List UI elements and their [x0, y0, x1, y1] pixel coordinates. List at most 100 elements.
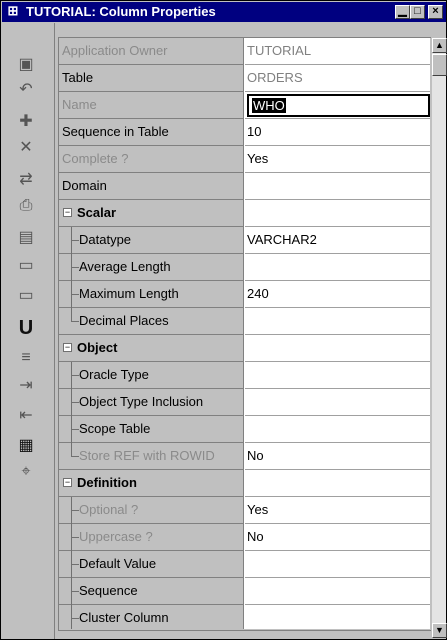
- property-row[interactable]: Table ORDERS: [59, 65, 430, 92]
- property-value[interactable]: No: [245, 524, 430, 551]
- revert-icon[interactable]: ↶: [14, 78, 38, 102]
- property-label: Oracle Type: [59, 362, 244, 389]
- tree-branch: [71, 537, 79, 538]
- property-value[interactable]: 240: [245, 281, 430, 308]
- tree-branch: [71, 267, 79, 268]
- collapse-icon[interactable]: −: [63, 208, 72, 217]
- transfer-icon[interactable]: ⇄: [14, 168, 38, 192]
- import-icon[interactable]: ⇥: [14, 374, 38, 398]
- property-group-label[interactable]: − Definition: [59, 470, 244, 497]
- add-child-icon[interactable]: ✚: [14, 110, 38, 134]
- window-title: TUTORIAL: Column Properties: [26, 4, 216, 19]
- ascii-export-icon[interactable]: ▭: [14, 254, 38, 278]
- property-label: Table: [59, 65, 244, 92]
- property-value[interactable]: Yes: [245, 146, 430, 173]
- property-value[interactable]: No: [245, 443, 430, 470]
- property-group-label[interactable]: − Object: [59, 335, 244, 362]
- property-label: Application Owner: [59, 38, 244, 65]
- property-row[interactable]: Object Type Inclusion: [59, 389, 430, 416]
- property-grid: Application Owner TUTORIAL Table ORDERS Name…: [59, 38, 430, 629]
- property-row[interactable]: Oracle Type: [59, 362, 430, 389]
- table-icon[interactable]: ▦: [14, 434, 38, 458]
- property-value[interactable]: [245, 605, 430, 629]
- tree-branch: [71, 618, 79, 619]
- export-icon[interactable]: ⇤: [14, 404, 38, 428]
- property-value[interactable]: [245, 470, 430, 497]
- property-value[interactable]: [245, 578, 430, 605]
- name-edit-field[interactable]: WHO: [247, 94, 430, 117]
- title-bar[interactable]: ⊞ TUTORIAL: Column Properties ▁ □ ×: [2, 2, 446, 22]
- property-value[interactable]: ORDERS: [245, 65, 430, 92]
- property-row[interactable]: Sequence: [59, 578, 430, 605]
- report-icon[interactable]: ▤: [14, 226, 38, 250]
- property-row[interactable]: Datatype VARCHAR2: [59, 227, 430, 254]
- property-label: Maximum Length: [59, 281, 244, 308]
- underline-icon[interactable]: U: [14, 316, 38, 340]
- property-row[interactable]: Cluster Column: [59, 605, 430, 629]
- collapse-icon[interactable]: −: [63, 478, 72, 487]
- html-export-icon[interactable]: ▭: [14, 284, 38, 308]
- property-row[interactable]: − Object: [59, 335, 430, 362]
- property-row[interactable]: − Definition: [59, 470, 430, 497]
- property-row[interactable]: Complete ? Yes: [59, 146, 430, 173]
- grid-icon: ⊞: [7, 3, 19, 18]
- property-label: Object Type Inclusion: [59, 389, 244, 416]
- vertical-scrollbar[interactable]: ▲ ▼: [431, 38, 447, 638]
- close-button[interactable]: ×: [428, 5, 443, 19]
- property-row[interactable]: Optional ? Yes: [59, 497, 430, 524]
- property-value[interactable]: [245, 551, 430, 578]
- property-label-text: Average Length: [79, 259, 171, 274]
- scroll-up-button[interactable]: ▲: [432, 38, 447, 53]
- property-row[interactable]: Average Length: [59, 254, 430, 281]
- property-row[interactable]: Sequence in Table 10: [59, 119, 430, 146]
- selected-value-text: WHO: [252, 98, 286, 113]
- property-row[interactable]: Name WHO: [59, 92, 430, 119]
- property-label-text: Sequence: [79, 583, 138, 598]
- property-value[interactable]: [245, 389, 430, 416]
- scroll-thumb[interactable]: [432, 54, 447, 76]
- property-value[interactable]: VARCHAR2: [245, 227, 430, 254]
- property-label: Sequence: [59, 578, 244, 605]
- property-label: Complete ?: [59, 146, 244, 173]
- scroll-down-button[interactable]: ▼: [432, 623, 447, 638]
- property-row[interactable]: Scope Table: [59, 416, 430, 443]
- property-label-text: Cluster Column: [79, 610, 169, 625]
- delete-icon[interactable]: ✕: [14, 136, 38, 160]
- property-row[interactable]: Store REF with ROWID No: [59, 443, 430, 470]
- property-value[interactable]: [245, 362, 430, 389]
- collapse-icon[interactable]: −: [63, 343, 72, 352]
- property-row[interactable]: Decimal Places: [59, 308, 430, 335]
- property-value[interactable]: [245, 173, 430, 200]
- property-row[interactable]: Domain: [59, 173, 430, 200]
- property-row[interactable]: − Scalar: [59, 200, 430, 227]
- property-value[interactable]: TUTORIAL: [245, 38, 430, 65]
- print-icon[interactable]: ⎙: [14, 194, 38, 218]
- property-value[interactable]: Yes: [245, 497, 430, 524]
- property-row[interactable]: Application Owner TUTORIAL: [59, 38, 430, 65]
- tree-branch: [71, 321, 79, 322]
- save-icon[interactable]: ▣: [14, 53, 38, 77]
- property-label-text: Sequence in Table: [62, 124, 169, 139]
- property-row[interactable]: Default Value: [59, 551, 430, 578]
- property-label-text: Oracle Type: [79, 367, 149, 382]
- property-label-text: Maximum Length: [79, 286, 179, 301]
- property-row[interactable]: Uppercase ? No: [59, 524, 430, 551]
- property-value[interactable]: [245, 254, 430, 281]
- pin-icon[interactable]: ⌖: [14, 460, 38, 484]
- property-value[interactable]: [245, 335, 430, 362]
- copy-properties-icon[interactable]: ≡: [14, 346, 38, 370]
- property-row[interactable]: Maximum Length 240: [59, 281, 430, 308]
- property-group-label[interactable]: − Scalar: [59, 200, 244, 227]
- tree-branch: [71, 240, 79, 241]
- tree-branch: [71, 429, 79, 430]
- property-label: Decimal Places: [59, 308, 244, 335]
- tree-branch: [71, 294, 79, 295]
- property-value[interactable]: 10: [245, 119, 430, 146]
- property-value[interactable]: [245, 308, 430, 335]
- minimize-button[interactable]: ▁: [395, 5, 410, 19]
- property-value[interactable]: [245, 200, 430, 227]
- property-value[interactable]: [245, 416, 430, 443]
- property-group-text: Definition: [77, 475, 137, 490]
- property-label: Default Value: [59, 551, 244, 578]
- maximize-button[interactable]: □: [410, 5, 425, 19]
